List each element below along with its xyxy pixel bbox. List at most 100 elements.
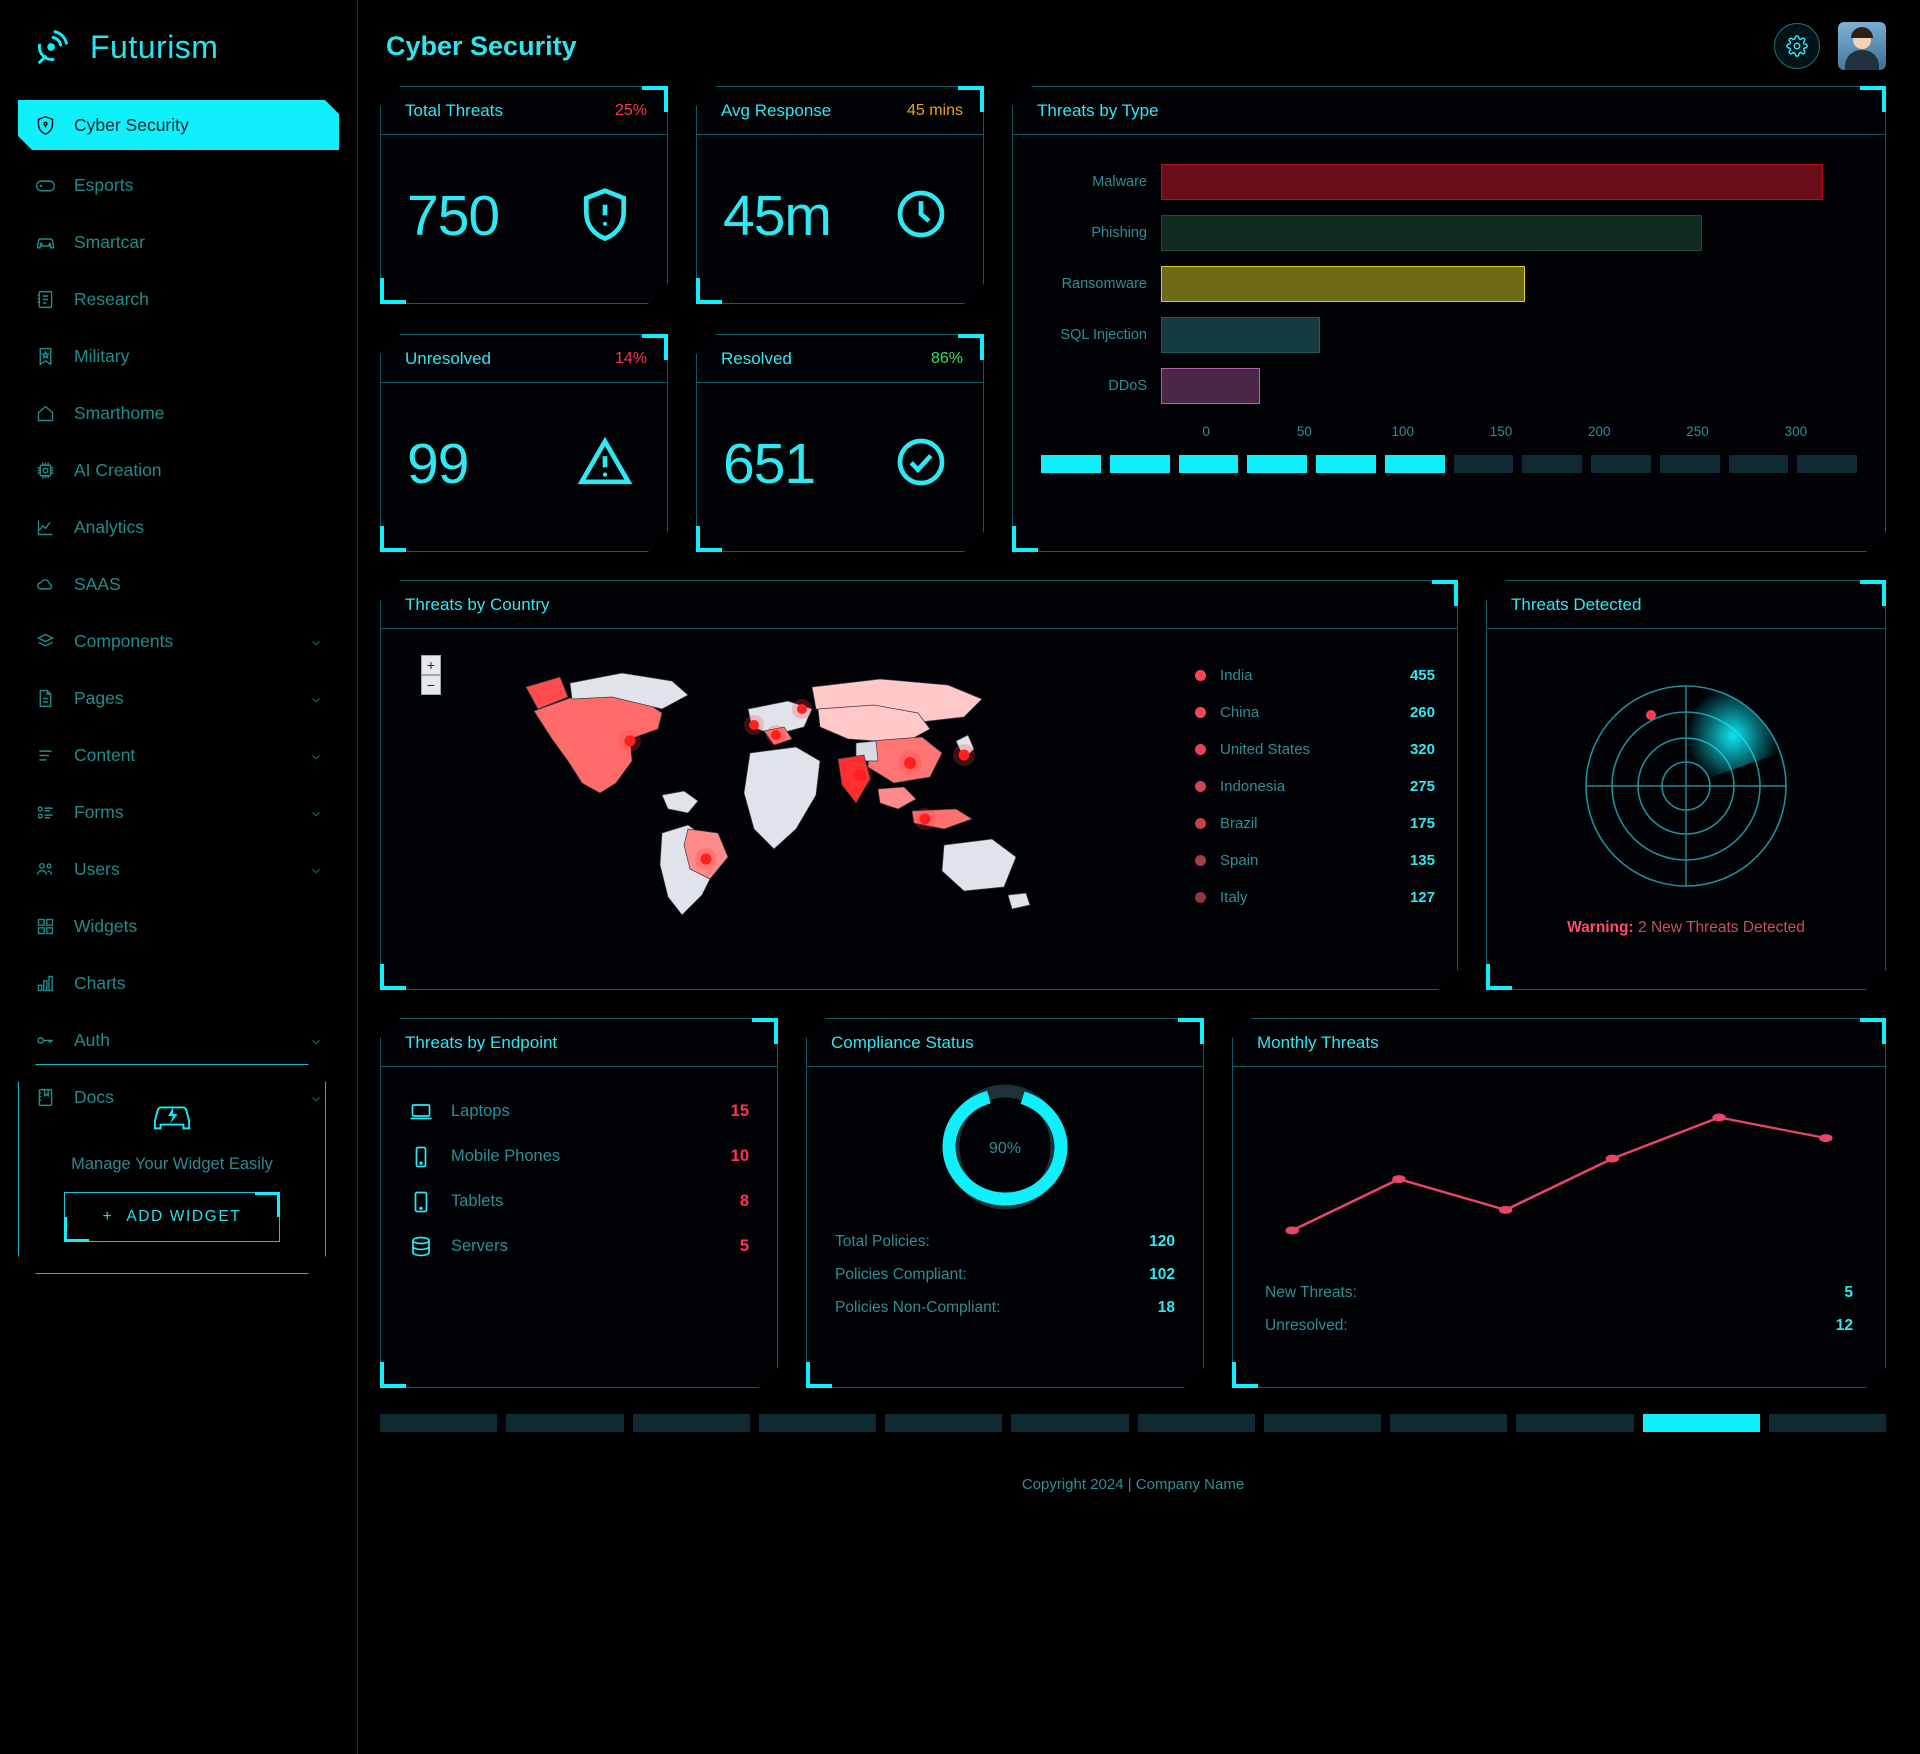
pagination-segment[interactable] [1642, 1414, 1760, 1432]
sidebar-item-auth[interactable]: Auth [18, 1018, 339, 1062]
endpoint-row[interactable]: Servers 5 [409, 1224, 749, 1269]
legend-row[interactable]: Italy 127 [1195, 879, 1435, 916]
sidebar-item-smartcar[interactable]: Smartcar [18, 220, 339, 264]
legend-row[interactable]: India 455 [1195, 657, 1435, 694]
kpi-card-avg-response: Avg Response 45 mins 45m [696, 86, 984, 304]
data-point[interactable] [1606, 1155, 1620, 1163]
endpoint-name: Servers [451, 1237, 508, 1255]
sidebar-item-military[interactable]: Military [18, 334, 339, 378]
sidebar-item-label: Charts [74, 972, 126, 993]
bar-fill[interactable] [1161, 368, 1260, 404]
segment-indicator[interactable] [1591, 455, 1651, 473]
bar-fill[interactable] [1161, 164, 1823, 200]
gear-icon[interactable] [1774, 23, 1820, 69]
pagination-segment[interactable] [1137, 1414, 1255, 1432]
sidebar-item-components[interactable]: Components [18, 619, 339, 663]
panel-header: Threats by Endpoint [381, 1019, 777, 1067]
pagination-segment[interactable] [1011, 1414, 1129, 1432]
endpoint-row[interactable]: Mobile Phones 10 [409, 1134, 749, 1179]
pagination-segment[interactable] [1263, 1414, 1381, 1432]
monthly-threats-panel: Monthly Threats New Threats: 5 Unresolved:… [1232, 1018, 1886, 1388]
sidebar-item-content[interactable]: Content [18, 733, 339, 777]
legend-row[interactable]: United States 320 [1195, 731, 1435, 768]
kpi-header: Unresolved 14% [381, 335, 667, 383]
bar-track [1161, 317, 1845, 353]
chevron-down-icon[interactable] [309, 805, 323, 819]
panel-header: Threats by Type [1013, 87, 1885, 135]
kpi-row: Total Threats 25% 750 Unresolved 14% 99 … [380, 86, 1886, 552]
data-point[interactable] [1712, 1114, 1726, 1122]
kpi-body: 45m [697, 135, 983, 275]
sidebar-item-cyber-security[interactable]: Cyber Security [18, 100, 339, 150]
segment-indicator[interactable] [1179, 455, 1239, 473]
pagination-segment[interactable] [506, 1414, 624, 1432]
map-zoom-in-button[interactable]: + [421, 655, 441, 675]
map-zoom-out-button[interactable]: − [421, 675, 441, 695]
panel-header: Compliance Status [807, 1019, 1203, 1067]
data-point[interactable] [1499, 1206, 1513, 1214]
sidebar-item-smarthome[interactable]: Smarthome [18, 391, 339, 435]
chevron-down-icon[interactable] [309, 691, 323, 705]
radar-logo-icon [30, 24, 76, 70]
pagination-segment[interactable] [1516, 1414, 1634, 1432]
segment-indicator[interactable] [1454, 455, 1514, 473]
monthly-value: 12 [1835, 1317, 1853, 1334]
brand[interactable]: Futurism [0, 0, 357, 92]
data-point[interactable] [1392, 1175, 1406, 1183]
pagination-segment[interactable] [758, 1414, 876, 1432]
legend-value: 260 [1409, 704, 1435, 721]
pagination-segment[interactable] [885, 1414, 1003, 1432]
bar-fill[interactable] [1161, 215, 1702, 251]
chevron-down-icon[interactable] [309, 748, 323, 762]
legend-name: Spain [1220, 852, 1259, 869]
axis-tick: 250 [1686, 424, 1709, 439]
bar-fill[interactable] [1161, 317, 1320, 353]
pagination-segment[interactable] [380, 1414, 498, 1432]
sidebar-item-charts[interactable]: Charts [18, 961, 339, 1005]
sidebar-item-research[interactable]: Research [18, 277, 339, 321]
legend-row[interactable]: Brazil 175 [1195, 805, 1435, 842]
bar-fill[interactable] [1161, 266, 1525, 302]
document-list-icon [34, 288, 56, 310]
avatar[interactable] [1838, 22, 1886, 70]
chevron-down-icon[interactable] [309, 862, 323, 876]
sidebar-item-pages[interactable]: Pages [18, 676, 339, 720]
sidebar-item-label: Smarthome [74, 402, 165, 423]
segment-indicator[interactable] [1660, 455, 1720, 473]
sidebar-item-users[interactable]: Users [18, 847, 339, 891]
segment-indicator[interactable] [1041, 455, 1101, 473]
segment-indicator[interactable] [1385, 455, 1445, 473]
cloud-icon [34, 573, 56, 595]
endpoint-row[interactable]: Laptops 15 [409, 1089, 749, 1134]
monthly-row: Unresolved: 12 [1265, 1317, 1853, 1350]
pagination-segment[interactable] [1768, 1414, 1886, 1432]
kpi-title: Total Threats [405, 101, 503, 120]
threats-by-type-chart: Malware Phishing Ransomware SQL Injection DD… [1013, 135, 1885, 422]
legend-row[interactable]: China 260 [1195, 694, 1435, 731]
sidebar-item-saas[interactable]: SAAS [18, 562, 339, 606]
chevron-down-icon[interactable] [309, 1033, 323, 1047]
segment-indicator[interactable] [1522, 455, 1582, 473]
segment-indicator[interactable] [1797, 455, 1857, 473]
pagination-segment[interactable] [632, 1414, 750, 1432]
legend-row[interactable]: Indonesia 275 [1195, 768, 1435, 805]
segment-indicator[interactable] [1247, 455, 1307, 473]
segment-indicator[interactable] [1316, 455, 1376, 473]
chevron-down-icon[interactable] [309, 634, 323, 648]
data-point[interactable] [1819, 1134, 1833, 1142]
sidebar-item-widgets[interactable]: Widgets [18, 904, 339, 948]
sidebar-item-analytics[interactable]: Analytics [18, 505, 339, 549]
sidebar-item-ai-creation[interactable]: AI Creation [18, 448, 339, 492]
segment-indicator[interactable] [1729, 455, 1789, 473]
sidebar-item-forms[interactable]: Forms [18, 790, 339, 834]
endpoint-row[interactable]: Tablets 8 [409, 1179, 749, 1224]
legend-row[interactable]: Spain 135 [1195, 842, 1435, 879]
pagination-segment[interactable] [1390, 1414, 1508, 1432]
data-point[interactable] [1285, 1226, 1299, 1234]
world-map[interactable]: + − [381, 629, 1185, 981]
axis-tick: 50 [1296, 424, 1312, 439]
add-widget-button[interactable]: + ADD WIDGET [64, 1192, 280, 1242]
sidebar-item-esports[interactable]: Esports [18, 163, 339, 207]
compliance-row: Policies Non-Compliant: 18 [835, 1299, 1175, 1332]
segment-indicator[interactable] [1110, 455, 1170, 473]
